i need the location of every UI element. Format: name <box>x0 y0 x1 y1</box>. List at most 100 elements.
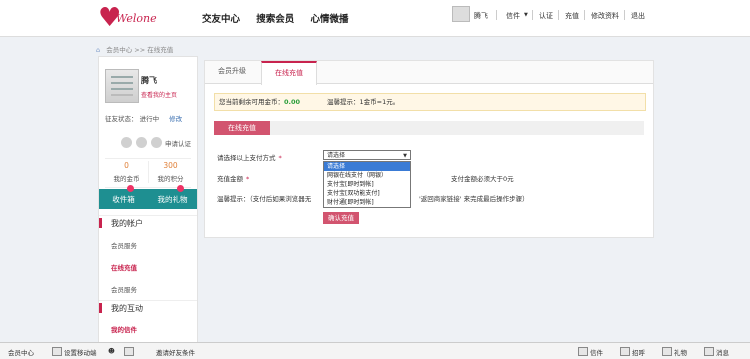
mail-icon <box>578 347 588 356</box>
footer-gifts[interactable]: 礼物 <box>662 347 687 357</box>
option-please-select[interactable]: 请选择 <box>324 162 410 171</box>
tab-online-recharge[interactable]: 在线充值 <box>261 61 317 85</box>
points-stat[interactable]: 300 我的积分 <box>148 161 192 183</box>
interact-menu-title: 我的互动 <box>111 304 143 313</box>
tab-bar: 会员升级 在线充值 <box>205 61 653 85</box>
breadcrumb: ⌂ 会员中心 >> 在线充值 <box>96 44 173 54</box>
tip-label: 温馨提示： <box>327 98 360 106</box>
required-mark: * <box>246 175 250 183</box>
breadcrumb-root[interactable]: 会员中心 <box>106 46 132 54</box>
top-link-logout[interactable]: 退出 <box>631 11 645 21</box>
menu-item-online-recharge[interactable]: 在线充值 <box>111 262 137 272</box>
coins-label: 我的金币 <box>113 175 140 183</box>
footer-mobile-label: 设置移动端 <box>64 349 97 357</box>
section-marker <box>99 303 102 313</box>
breadcrumb-current: 在线充值 <box>147 46 174 54</box>
id-verify-icon[interactable] <box>136 137 148 148</box>
coins-value: 0 <box>124 161 129 170</box>
pay-method-label: 请选择以上支付方式 * <box>217 152 282 162</box>
bottom-toolbar: 会员中心 设置移动端 ☻ 邀请好友条件 信件 招呼 礼物 消息 <box>0 342 750 359</box>
tip-rate: 1金币=1元。 <box>359 98 400 106</box>
balance-text: 您当前剩余可用金币：0.00 <box>219 94 300 110</box>
balance-notice: 您当前剩余可用金币：0.00 温馨提示：1金币=1元。 <box>214 93 646 111</box>
footer-invite-friends[interactable]: 邀请好友条件 <box>156 347 195 357</box>
pay-method-text: 请选择以上支付方式 <box>217 154 276 162</box>
balance-value: 0.00 <box>284 98 301 106</box>
top-header: ♥ Welone 交友中心 搜索会员 心情微播 腾飞 信件 ▼ 认证 充值 修改… <box>0 0 750 37</box>
payment-method-select[interactable]: 请选择 ▼ <box>323 150 411 160</box>
site-logo[interactable]: ♥ Welone <box>98 4 158 32</box>
phone-icon <box>52 347 62 356</box>
confirm-recharge-button[interactable]: 确认充值 <box>323 212 359 224</box>
apply-verify-link[interactable]: 申请认证 <box>165 138 191 148</box>
footer-mobile-settings[interactable]: 设置移动端 <box>52 347 97 357</box>
mailbox-button[interactable]: 收件箱 <box>99 194 148 205</box>
phone-verify-icon[interactable] <box>121 137 132 148</box>
interact-menu-head: 我的互动 <box>99 300 197 315</box>
top-link-recharge[interactable]: 充值 <box>565 11 579 21</box>
account-menu-title: 我的帐户 <box>111 219 143 228</box>
top-link-username[interactable]: 腾飞 <box>474 11 488 21</box>
nav-search-members[interactable]: 搜索会员 <box>256 11 294 25</box>
option-tenpay-instant[interactable]: 财付通[即时到帐] <box>324 198 410 207</box>
view-homepage-link[interactable]: 查看我的主页 <box>141 90 177 99</box>
gifts-button[interactable]: 我的礼物 <box>148 194 197 205</box>
top-link-edit-profile[interactable]: 修改资料 <box>591 11 619 21</box>
amount-label: 充值金额 * <box>217 173 249 183</box>
footer-member-center[interactable]: 会员中心 <box>8 347 34 357</box>
footer-greetings[interactable]: 招呼 <box>620 347 645 357</box>
points-label: 我的积分 <box>157 175 184 183</box>
required-mark: * <box>278 154 282 162</box>
user-avatar-thumb[interactable] <box>452 6 470 22</box>
recharge-panel: 会员升级 在线充值 您当前剩余可用金币：0.00 温馨提示：1金币=1元。 在线… <box>204 60 654 238</box>
option-alipay-instant[interactable]: 支付宝[即时到帐] <box>324 180 410 189</box>
account-stats: 0 我的金币 300 我的积分 <box>105 158 191 188</box>
divider <box>624 10 625 20</box>
nav-mood-broadcast[interactable]: 心情微播 <box>311 11 349 25</box>
balance-label: 您当前剩余可用金币： <box>219 98 284 106</box>
select-value: 请选择 <box>327 152 346 159</box>
menu-item-member-service[interactable]: 会员服务 <box>111 240 137 250</box>
tab-member-upgrade[interactable]: 会员升级 <box>205 61 259 82</box>
option-alipay-dual[interactable]: 支付宝[双功能支付] <box>324 189 410 198</box>
status-value: 进行中 <box>139 115 160 123</box>
email-verify-icon[interactable] <box>151 137 163 148</box>
footer-letters[interactable]: 信件 <box>578 347 603 357</box>
account-menu-head: 我的帐户 <box>99 215 197 230</box>
footer-messages[interactable]: 消息 <box>704 347 729 357</box>
top-link-verify[interactable]: 认证 <box>539 11 553 21</box>
footer-gifts-label: 礼物 <box>674 349 687 357</box>
payment-method-dropdown: 请选择 网银在线支付（网银） 支付宝[即时到帐] 支付宝[双功能支付] 财付通[… <box>323 161 411 208</box>
payment-note-tail: '返回商家链接' 来完成最后操作步骤） <box>419 195 529 203</box>
mailbox-gifts-bar: 收件箱 我的礼物 <box>99 185 197 209</box>
menu-item-member-service-2[interactable]: 会员服务 <box>111 284 137 294</box>
emoji-icon[interactable]: ☻ <box>108 347 115 355</box>
divider <box>558 10 559 20</box>
chat-icon <box>620 347 630 356</box>
profile-avatar[interactable] <box>105 69 139 103</box>
verify-badges: 申请认证 <box>121 137 191 148</box>
home-icon[interactable]: ⌂ <box>96 46 100 54</box>
profile-username: 腾飞 <box>141 76 157 85</box>
left-sidebar: 腾飞 查看我的主页 征友状态： 进行中 修改 申请认证 0 我的金币 300 我… <box>98 56 198 354</box>
section-title: 在线充值 <box>214 121 270 135</box>
section-header: 在线充值 <box>214 121 644 135</box>
gift-icon <box>662 347 672 356</box>
footer-messages-label: 消息 <box>716 349 729 357</box>
chevron-down-icon: ▼ <box>403 153 407 159</box>
section-marker <box>99 218 102 228</box>
status-label: 征友状态： <box>105 115 138 123</box>
nav-dating-center[interactable]: 交友中心 <box>202 11 240 25</box>
coins-stat[interactable]: 0 我的金币 <box>105 161 148 183</box>
top-link-messages[interactable]: 信件 <box>506 11 520 21</box>
chevron-down-icon[interactable]: ▼ <box>524 12 528 18</box>
menu-item-my-letters[interactable]: 我的信件 <box>111 324 137 334</box>
gifts-notification-dot <box>177 185 184 192</box>
rate-tip: 温馨提示：1金币=1元。 <box>327 94 399 110</box>
amount-text: 充值金额 <box>217 175 243 183</box>
image-icon[interactable] <box>124 347 136 357</box>
mailbox-notification-dot <box>127 185 134 192</box>
option-online-banking[interactable]: 网银在线支付（网银） <box>324 171 410 180</box>
divider <box>532 10 533 20</box>
status-edit-link[interactable]: 修改 <box>169 115 182 123</box>
